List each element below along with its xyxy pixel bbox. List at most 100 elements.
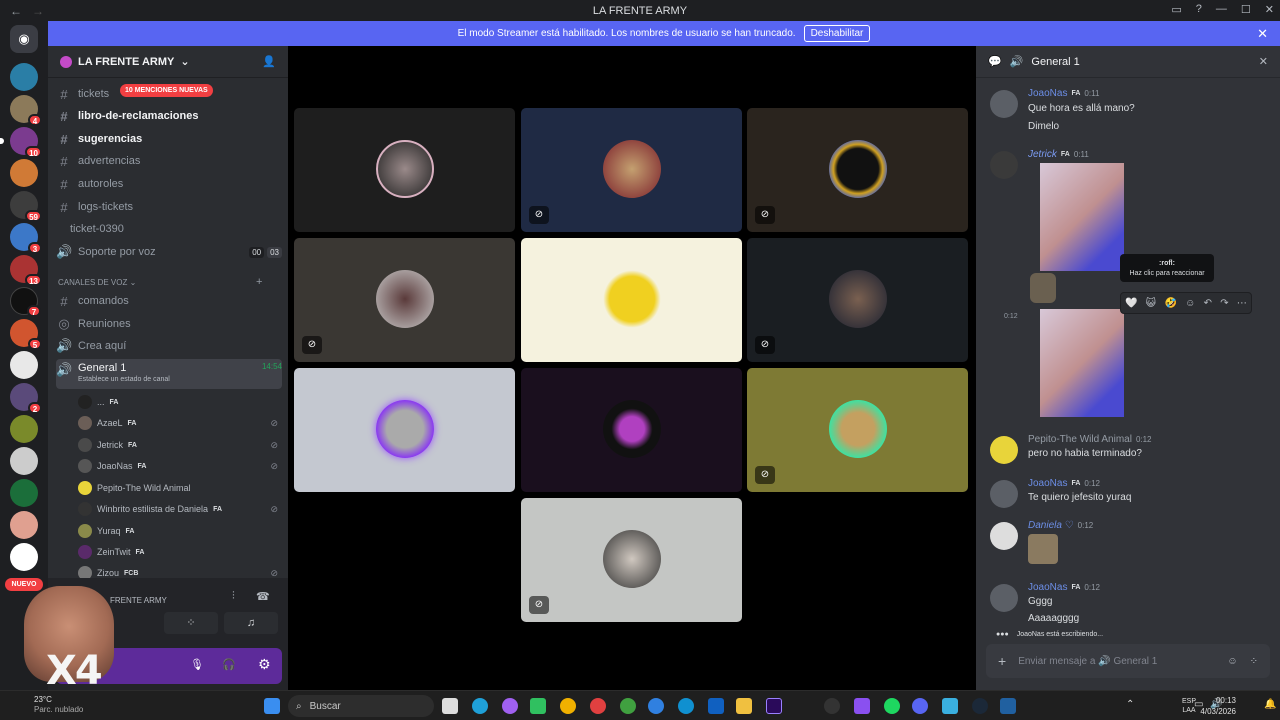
server-icon[interactable]	[10, 447, 38, 475]
explorer-icon[interactable]	[736, 698, 752, 714]
channel-comandos[interactable]: # comandos	[56, 291, 282, 311]
server-icon[interactable]: 2	[10, 383, 42, 414]
participant-tile[interactable]: ⊘	[521, 498, 742, 622]
server-icon[interactable]	[10, 415, 38, 443]
server-icon[interactable]: 3	[10, 223, 42, 254]
app-icon[interactable]	[530, 698, 546, 714]
task-view-icon[interactable]	[442, 698, 458, 714]
participant-tile[interactable]	[294, 368, 515, 492]
voice-user[interactable]: Winbrito estilista de Daniela FA ⊘	[78, 500, 278, 518]
voice-user[interactable]: Jetrick FA ⊘	[78, 436, 278, 454]
channel-logs-tickets[interactable]: # logs-tickets	[56, 197, 282, 217]
participant-tile[interactable]	[521, 368, 742, 492]
participant-tile[interactable]: ⊘	[747, 368, 968, 492]
server-icon[interactable]: 7	[10, 287, 41, 317]
avatar[interactable]	[990, 522, 1018, 550]
close-icon[interactable]: ✕	[1257, 26, 1268, 42]
emoji-icon[interactable]: ☺	[1227, 656, 1237, 667]
participant-tile[interactable]: ⊘	[294, 238, 515, 362]
channel-crea-aqui[interactable]: 🔊 Crea aquí	[56, 336, 282, 356]
premiere-icon[interactable]	[766, 698, 782, 714]
guild-header[interactable]: LA FRENTE ARMY ⌄ 👤	[48, 46, 288, 78]
channel-libro-de-reclamaciones[interactable]: # libro-de-reclamaciones	[56, 106, 282, 126]
obs-icon[interactable]	[824, 698, 840, 714]
server-icon[interactable]: 10	[0, 127, 42, 158]
server-icon[interactable]: 13	[10, 255, 42, 286]
channel-reuniones[interactable]: ◎ Reuniones	[56, 314, 282, 334]
server-icon[interactable]	[10, 479, 38, 507]
rofl-emoji-icon[interactable]: 🤣	[1164, 298, 1176, 309]
chrome-icon[interactable]	[590, 698, 606, 714]
add-member-icon[interactable]: 👤	[262, 55, 276, 68]
author-name[interactable]: Jetrick	[1028, 149, 1057, 160]
channel-advertencias[interactable]: # advertencias	[56, 151, 282, 171]
avatar[interactable]	[990, 584, 1018, 612]
server-icon[interactable]: 4	[10, 95, 42, 126]
add-channel-icon[interactable]: +	[256, 276, 262, 288]
channel-sugerencias[interactable]: # sugerencias	[56, 129, 282, 149]
avatar[interactable]	[990, 436, 1018, 464]
author-name[interactable]: JoaoNas	[1028, 88, 1067, 99]
headphones-icon[interactable]: 🎧	[222, 658, 236, 671]
server-icon[interactable]	[10, 63, 38, 91]
activities-button[interactable]: ⁘	[164, 612, 218, 634]
gif-image[interactable]	[1040, 163, 1124, 271]
gif-image[interactable]	[1040, 309, 1124, 417]
participant-tile[interactable]: ⊘	[747, 238, 968, 362]
add-reaction-icon[interactable]: ☺	[1185, 298, 1195, 309]
participant-tile[interactable]	[294, 108, 515, 232]
avatar[interactable]	[990, 90, 1018, 118]
server-icon[interactable]	[10, 511, 38, 539]
close-icon[interactable]: ✕	[1259, 55, 1268, 68]
voice-user[interactable]: JoaoNas FA ⊘	[78, 457, 278, 475]
voice-user[interactable]: Pepito-The Wild Animal	[78, 479, 278, 497]
more-icon[interactable]: ⋯	[1237, 298, 1247, 309]
disable-button[interactable]: Deshabilitar	[803, 25, 871, 42]
server-icon[interactable]	[10, 159, 38, 187]
weather-widget[interactable]: 23°C Parc. nublado	[14, 695, 83, 715]
forward-icon[interactable]: ↷	[1220, 298, 1228, 309]
close-button[interactable]: ✕	[1265, 3, 1274, 16]
channel-autoroles[interactable]: # autoroles	[56, 174, 282, 194]
channel-soporte-por-voz[interactable]: 🔊 Soporte por voz 00 03	[56, 242, 282, 262]
soundboard-button[interactable]: ♫	[224, 612, 278, 634]
inbox-icon[interactable]: ▭	[1171, 3, 1181, 16]
disconnect-icon[interactable]: ☎	[256, 590, 270, 603]
avatar[interactable]	[990, 151, 1018, 179]
participant-tile[interactable]: ⊘	[747, 108, 968, 232]
server-icon[interactable]	[10, 543, 38, 571]
steam-icon[interactable]	[972, 698, 988, 714]
chrome-icon[interactable]	[620, 698, 636, 714]
maximize-button[interactable]: ☐	[1241, 3, 1251, 16]
voice-user[interactable]: Yuraq FA	[78, 522, 278, 540]
channel-ticket-0390[interactable]: ticket-0390	[56, 219, 282, 239]
gear-icon[interactable]: ⚙	[258, 656, 271, 673]
outlook-icon[interactable]	[708, 698, 724, 714]
chat-input[interactable]: + Enviar mensaje a 🔊 General 1 ☺ ⁘	[986, 644, 1270, 678]
start-icon[interactable]	[264, 698, 280, 714]
author-name[interactable]: Daniela ♡	[1028, 520, 1074, 531]
author-name[interactable]: JoaoNas	[1028, 582, 1067, 593]
help-icon[interactable]: ?	[1196, 3, 1202, 16]
sticker-image[interactable]	[1030, 273, 1056, 303]
notepad-icon[interactable]	[942, 698, 958, 714]
mic-icon[interactable]: 🎙	[190, 658, 204, 671]
plus-icon[interactable]: +	[998, 653, 1006, 669]
chevron-up-icon[interactable]: ⌃	[1126, 699, 1134, 710]
apps-icon[interactable]: ⁘	[1250, 656, 1258, 667]
server-icon[interactable]: 59	[10, 191, 42, 222]
app-icon[interactable]	[1000, 698, 1016, 714]
copilot-icon[interactable]	[502, 698, 518, 714]
reply-icon[interactable]: ↶	[1204, 298, 1212, 309]
chrome-icon[interactable]	[648, 698, 664, 714]
reaction-emoji-icon[interactable]: 🤍	[1125, 298, 1137, 309]
sticker-image[interactable]	[1028, 534, 1058, 564]
voice-user[interactable]: AzaeL FA ⊘	[78, 414, 278, 432]
channel-general-1[interactable]: 🔊 General 1 Establece un estado de canal…	[56, 359, 282, 389]
notification-icon[interactable]: 🔔	[1264, 699, 1276, 710]
server-icon[interactable]: 5	[10, 319, 42, 350]
voice-category-header[interactable]: CANALES DE VOZ ⌄ +	[58, 276, 262, 288]
author-name[interactable]: Pepito-The Wild Animal	[1028, 434, 1132, 445]
author-name[interactable]: JoaoNas	[1028, 478, 1067, 489]
voice-user[interactable]: ZeinTwit FA	[78, 543, 278, 561]
